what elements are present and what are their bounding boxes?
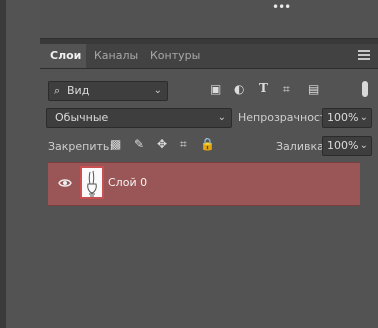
chevron-down-icon: ⌄ <box>153 85 162 96</box>
lock-all-icon[interactable]: 🔒 <box>200 137 215 151</box>
type-filter-icon[interactable]: T <box>259 81 268 95</box>
tab-layers[interactable]: Слои <box>40 44 86 68</box>
left-dock <box>6 0 40 328</box>
blend-mode-select[interactable]: Обычные ⌄ <box>46 108 232 128</box>
chevron-down-icon: ⌄ <box>359 140 368 151</box>
opacity-value: 100% <box>327 111 359 124</box>
shape-filter-icon[interactable]: ⌗ <box>283 82 290 97</box>
search-icon: ⌕ <box>54 84 61 97</box>
fill-label: Заливка: <box>276 140 328 153</box>
hand-sketch-icon <box>87 170 97 197</box>
filter-kind-value: Вид <box>67 84 90 97</box>
layer-name: Слой 0 <box>108 176 148 189</box>
filter-kind-select[interactable]: ⌕ Вид ⌄ <box>48 81 168 101</box>
more-dots-icon[interactable]: ••• <box>272 1 291 13</box>
tab-paths[interactable]: Контуры <box>150 44 210 68</box>
lock-transparent-icon[interactable]: ▩ <box>110 137 121 151</box>
layers-panel: Слои Каналы Контуры ⌕ Вид ⌄ ▣ ◐ T ⌗ ▤ Об… <box>40 44 378 328</box>
chevron-down-icon: ⌄ <box>217 112 226 123</box>
tab-bar: Слои Каналы Контуры <box>40 44 378 69</box>
lock-label: Закрепить: <box>48 140 114 153</box>
lock-move-icon[interactable]: ✥ <box>157 137 167 151</box>
fill-field[interactable]: 100% ⌄ <box>322 136 372 156</box>
layer-thumbnail <box>80 166 104 199</box>
opacity-field[interactable]: 100% ⌄ <box>322 108 372 128</box>
panel-menu-icon[interactable] <box>358 50 370 60</box>
adjustment-filter-icon[interactable]: ◐ <box>234 82 244 96</box>
filter-toggle[interactable] <box>362 81 368 97</box>
image-filter-icon[interactable]: ▣ <box>210 82 221 96</box>
top-panel: ••• <box>40 0 378 39</box>
fill-value: 100% <box>327 139 359 152</box>
lock-paint-icon[interactable]: ✎ <box>134 137 144 151</box>
lock-artboard-icon[interactable]: ⌗ <box>180 137 187 152</box>
eye-icon[interactable] <box>58 176 72 190</box>
chevron-down-icon: ⌄ <box>359 112 368 123</box>
layer-row[interactable]: Слой 0 <box>48 162 360 206</box>
blend-mode-value: Обычные <box>55 111 109 124</box>
tab-channels[interactable]: Каналы <box>94 44 142 68</box>
smart-object-filter-icon[interactable]: ▤ <box>308 82 319 96</box>
